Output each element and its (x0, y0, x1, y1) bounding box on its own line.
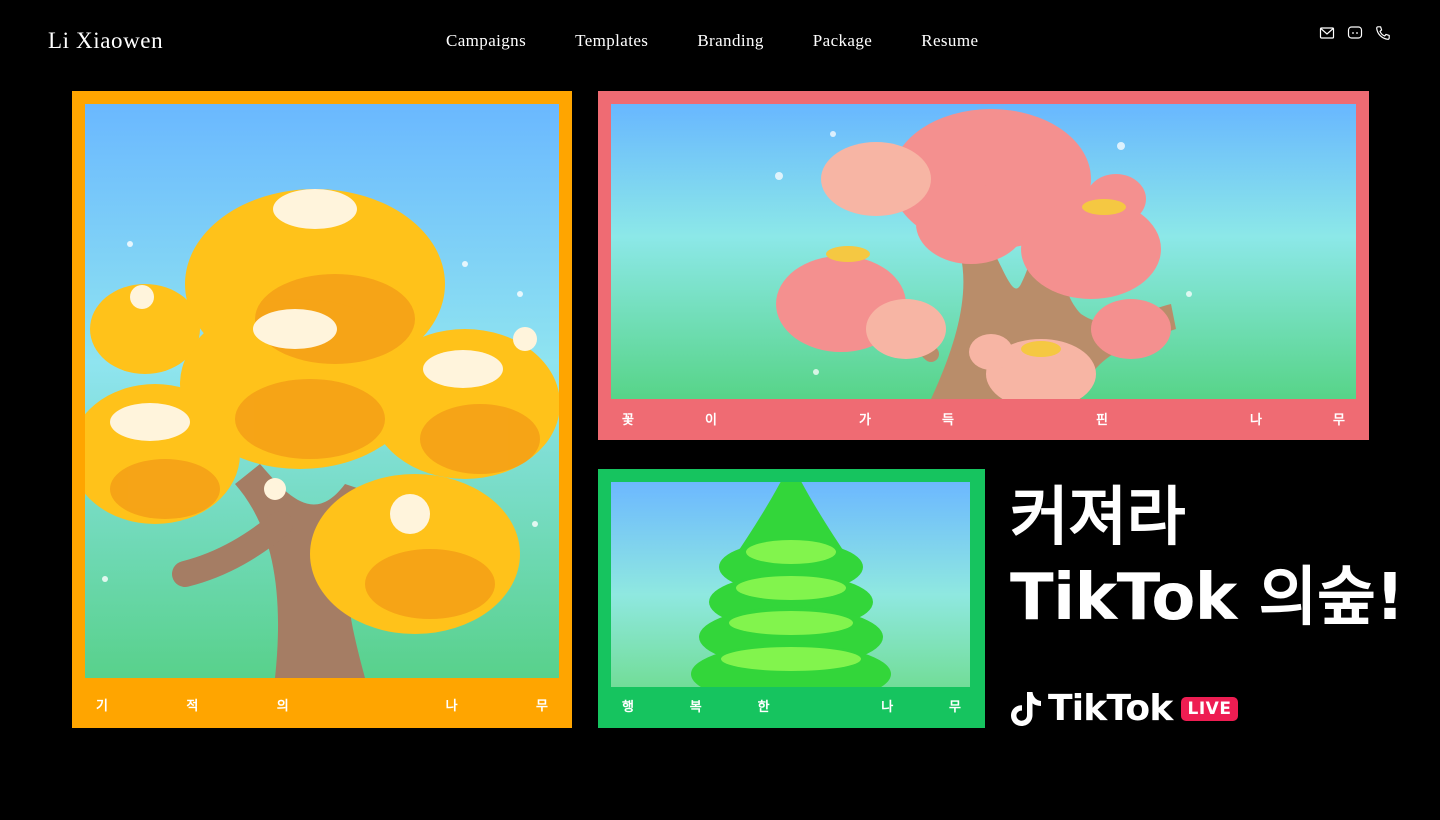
nav-campaigns[interactable]: Campaigns (446, 31, 526, 51)
caption-char: 가 (858, 413, 871, 428)
caption-char: 기 (96, 699, 108, 714)
caption-char: 의 (276, 699, 289, 714)
caption-char: 나 (881, 700, 894, 715)
caption-char: 나 (1249, 413, 1262, 428)
flower-tree-card[interactable]: 꽃 이 가 득 핀 나 무 (598, 91, 1369, 440)
caption-char: 무 (949, 700, 961, 715)
caption-char: 꽃 (622, 413, 634, 428)
nav-package[interactable]: Package (813, 31, 872, 51)
caption-char: 핀 (1095, 413, 1108, 428)
live-badge: LIVE (1180, 696, 1239, 721)
caption-char: 득 (941, 413, 954, 428)
brand-name[interactable]: Li Xiaowen (48, 28, 163, 54)
flower-tree-caption: 꽃 이 가 득 핀 나 무 (598, 409, 1369, 428)
happy-tree-card[interactable]: 행 복 한 나 무 (598, 469, 985, 728)
caption-char: 나 (445, 699, 458, 714)
miracle-tree-card[interactable]: 기 적 의 나 무 (72, 91, 572, 728)
phone-icon[interactable] (1375, 25, 1391, 41)
promo-headline: 커져라 TikTok 의숲! (1010, 478, 1405, 638)
caption-char: 적 (186, 699, 199, 714)
tiktok-note-icon (1011, 691, 1041, 726)
flower-tree-artwork (611, 104, 1356, 399)
mail-icon[interactable] (1319, 25, 1335, 41)
headline-line-1: 커져라 (1010, 481, 1186, 555)
contact-icons (1319, 25, 1391, 41)
miracle-tree-artwork (85, 104, 559, 678)
caption-char: 무 (1332, 413, 1345, 428)
chat-icon[interactable] (1347, 25, 1363, 41)
main-nav: Campaigns Templates Branding Package Res… (446, 31, 1027, 51)
headline-line-2: TikTok 의숲! (1010, 561, 1405, 635)
happy-tree-caption: 행 복 한 나 무 (598, 696, 985, 715)
tiktok-live-logo: TikTok LIVE (1008, 688, 1239, 729)
nav-resume[interactable]: Resume (921, 31, 978, 51)
nav-branding[interactable]: Branding (697, 31, 763, 51)
caption-char: 행 (622, 700, 634, 715)
happy-tree-artwork (611, 482, 970, 687)
caption-char: 이 (704, 413, 717, 428)
nav-templates[interactable]: Templates (575, 31, 648, 51)
caption-char: 복 (689, 700, 702, 715)
caption-char: 한 (757, 700, 770, 715)
miracle-tree-caption: 기 적 의 나 무 (72, 695, 572, 714)
tiktok-wordmark: TikTok (1048, 688, 1173, 729)
caption-char: 무 (535, 699, 548, 714)
